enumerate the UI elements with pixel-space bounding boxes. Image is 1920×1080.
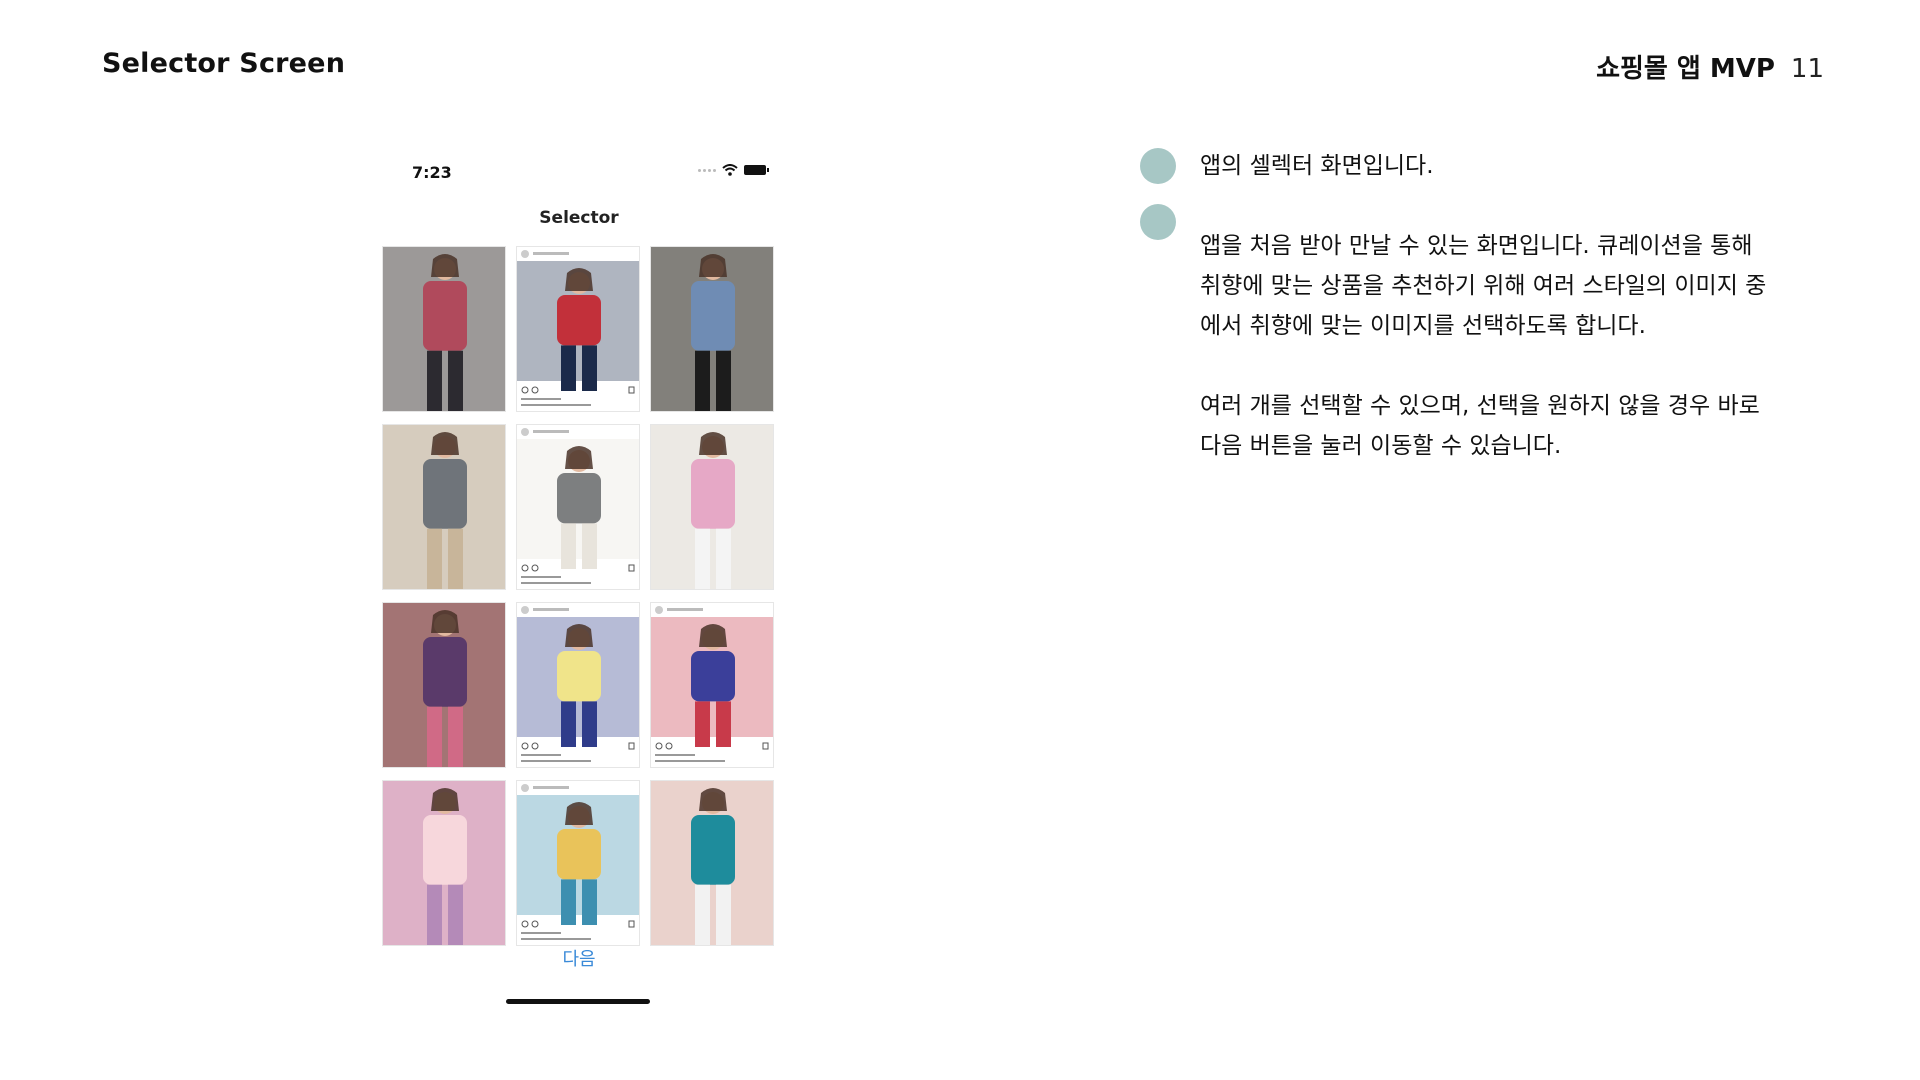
description-paragraph: 여러 개를 선택할 수 있으며, 선택을 원하지 않을 경우 바로 다음 버튼을… [1200,393,1760,459]
home-indicator[interactable] [506,999,650,1004]
colorblock-jacket-photo[interactable] [516,246,640,412]
slide-title: Selector Screen [102,48,346,79]
mirror-selfie-hoodie-photo[interactable] [516,424,640,590]
yellow-floral-skirt-photo[interactable] [516,602,640,768]
status-icons [698,164,769,176]
page-number: 11 [1790,54,1824,84]
bullet-marker [1140,204,1176,240]
pink-knit-top-photo[interactable] [650,424,774,590]
status-time: 7:23 [412,163,452,182]
signal-icon [698,168,716,172]
pink-graphic-tee-photo[interactable] [382,780,506,946]
next-button[interactable]: 다음 [374,945,784,971]
flower-cardigan-photo[interactable] [650,780,774,946]
status-bar: 7:23 [374,150,784,190]
nav-title: Selector [539,208,619,228]
denim-street-outfit-photo[interactable] [650,246,774,412]
striped-pants-outfit-photo[interactable] [382,246,506,412]
yellow-shirt-photo[interactable] [516,780,640,946]
slide-header-meta: 쇼핑몰 앱 MVP 11 [1596,48,1824,85]
phone-mockup: 7:23 Selector 다음 [374,150,784,1012]
description-paragraph: 앱을 처음 받아 만날 수 있는 화면입니다. 큐레이션을 통해 취향에 맞는 … [1200,233,1767,339]
description-line: 앱의 셀렉터 화면입니다. [1200,153,1434,179]
gray-sweatshirt-photo[interactable] [382,424,506,590]
bullet-marker [1140,148,1176,184]
battery-icon [744,165,769,175]
plaid-shirt-photo[interactable] [650,602,774,768]
wifi-icon [722,164,738,176]
floral-dress-photo[interactable] [382,602,506,768]
image-grid [382,246,774,946]
project-name: 쇼핑몰 앱 MVP [1596,54,1775,84]
